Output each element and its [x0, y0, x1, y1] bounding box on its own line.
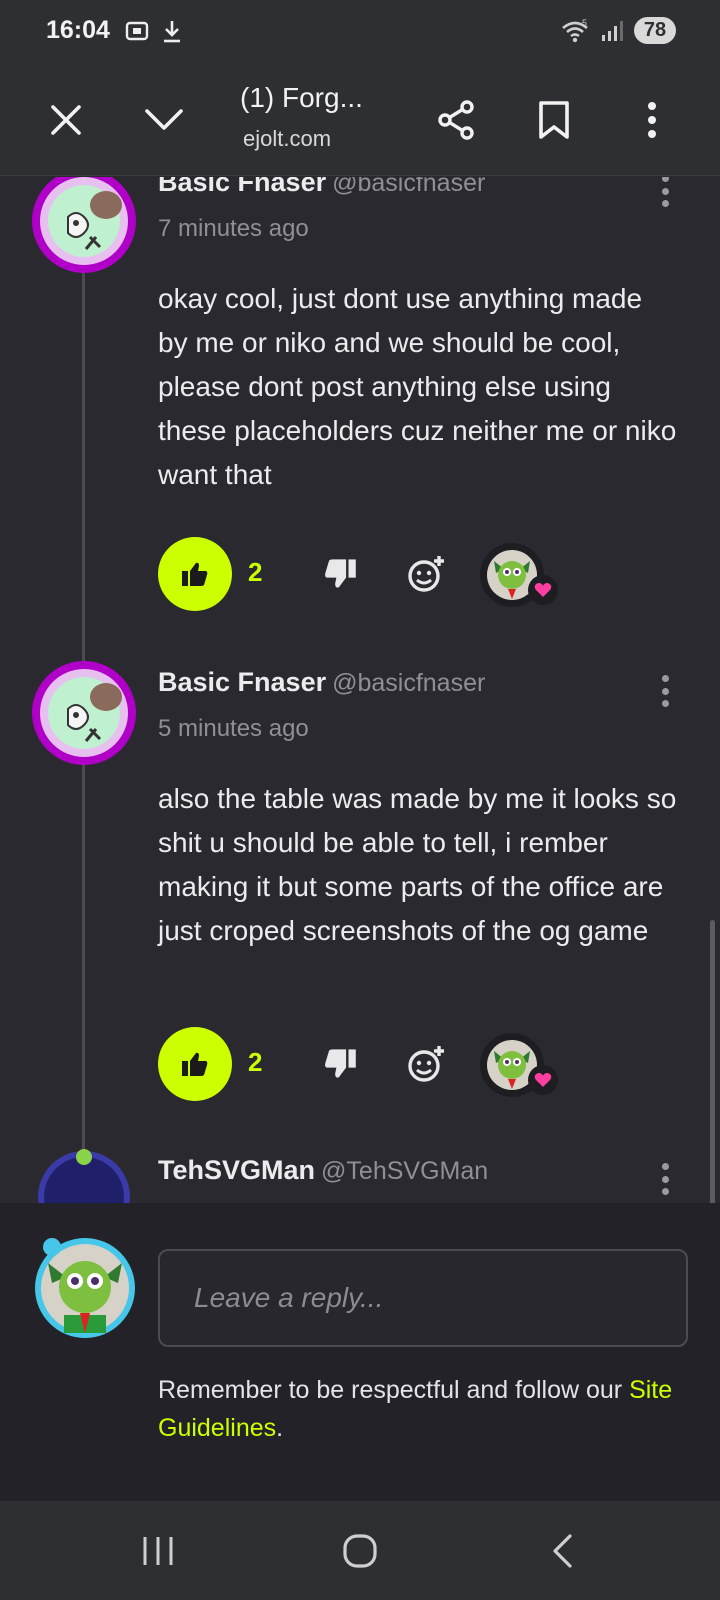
comment-author[interactable]: TehSVGMan @TehSVGMan [158, 1155, 488, 1186]
add-reaction-icon[interactable] [406, 554, 446, 594]
comment-time[interactable]: 7 minutes ago [158, 215, 309, 243]
screenshot-icon [125, 21, 149, 41]
menu-button[interactable] [620, 88, 684, 152]
dot [661, 200, 669, 207]
comment-more-button[interactable] [650, 1159, 680, 1199]
download-icon [164, 21, 180, 43]
heart-icon [534, 1073, 552, 1087]
home-icon [343, 1534, 377, 1568]
thumbs-down-icon[interactable] [323, 557, 357, 591]
comment-time[interactable]: 5 minutes ago [158, 715, 309, 743]
heart-icon [534, 583, 552, 597]
comment-actions: 2 [158, 1027, 598, 1103]
signal-icon [602, 20, 623, 41]
page-url[interactable]: ejolt.com [243, 126, 331, 152]
status-time: 16:04 [46, 16, 110, 44]
dot [661, 1188, 669, 1195]
dot [661, 1163, 669, 1170]
dot [661, 187, 669, 195]
author-name[interactable]: TehSVGMan [158, 1155, 315, 1185]
comment-more-button[interactable] [650, 177, 680, 211]
comment-body: okay cool, just dont use anything made b… [158, 283, 677, 490]
back-icon [553, 1534, 572, 1568]
author-handle[interactable]: @TehSVGMan [321, 1157, 488, 1185]
dot [661, 177, 669, 182]
dot [661, 700, 669, 707]
close-icon [51, 105, 81, 135]
thumbs-up-icon [182, 562, 208, 586]
dot [661, 1175, 669, 1183]
avatar[interactable] [30, 177, 138, 275]
share-icon [438, 100, 474, 140]
browser-toolbar: (1) Forg... ejolt.com [0, 64, 720, 176]
recent-apps-button[interactable] [128, 1523, 188, 1579]
thumbs-down-icon[interactable] [323, 1047, 357, 1081]
back-button[interactable] [532, 1523, 592, 1579]
status-notification-icons [124, 18, 184, 44]
home-button[interactable] [330, 1523, 390, 1579]
add-reaction-icon[interactable] [406, 1044, 446, 1084]
status-bar: 16:04 5 78 [0, 0, 720, 64]
comment-author[interactable]: Basic Fnaser @basicfnaser [158, 177, 485, 198]
like-count: 2 [248, 557, 263, 587]
share-button[interactable] [424, 88, 488, 152]
comment-more-button[interactable] [650, 671, 680, 711]
system-nav-bar [0, 1501, 720, 1600]
author-handle[interactable]: @basicfnaser [332, 669, 485, 697]
close-tab-button[interactable] [34, 88, 98, 152]
collapse-button[interactable] [132, 88, 196, 152]
page-title[interactable]: (1) Forg... [240, 82, 363, 114]
guidelines-period: . [276, 1414, 284, 1442]
reply-area: Leave a reply... Remember to be respectf… [0, 1203, 720, 1501]
like-count: 2 [248, 1047, 263, 1077]
thumbs-up-icon [182, 1052, 208, 1076]
author-name[interactable]: Basic Fnaser [158, 667, 326, 697]
dot [661, 687, 669, 695]
reply-input[interactable]: Leave a reply... [158, 1249, 688, 1347]
comment-body: also the table was made by me it looks s… [158, 783, 677, 946]
chevron-down-icon [145, 109, 183, 130]
author-handle[interactable]: @basicfnaser [332, 177, 485, 197]
avatar[interactable] [34, 1237, 136, 1339]
avatar[interactable] [30, 659, 138, 767]
comment-author[interactable]: Basic Fnaser @basicfnaser [158, 667, 485, 698]
comment-actions: 2 [158, 537, 598, 613]
like-button[interactable] [158, 537, 232, 611]
avatar[interactable] [36, 1149, 132, 1203]
wifi-icon: 5 [562, 18, 588, 42]
guidelines-text: Remember to be respectful and follow our [158, 1376, 630, 1404]
bookmark-button[interactable] [522, 88, 586, 152]
guidelines-notice: Remember to be respectful and follow our… [158, 1371, 698, 1447]
dot [661, 675, 669, 682]
more-vertical-icon [648, 102, 656, 138]
bookmark-icon [539, 101, 569, 139]
like-button[interactable] [158, 1027, 232, 1101]
wifi-label: 5 [582, 18, 587, 28]
author-name[interactable]: Basic Fnaser [158, 177, 326, 197]
battery-indicator: 78 [634, 17, 676, 44]
heart-badge [528, 1065, 558, 1095]
status-system-icons: 5 78 [560, 17, 676, 44]
recent-apps-icon [143, 1537, 173, 1565]
comments-thread: Basic Fnaser @basicfnaser 7 minutes ago o… [0, 177, 720, 1203]
heart-badge [528, 575, 558, 605]
